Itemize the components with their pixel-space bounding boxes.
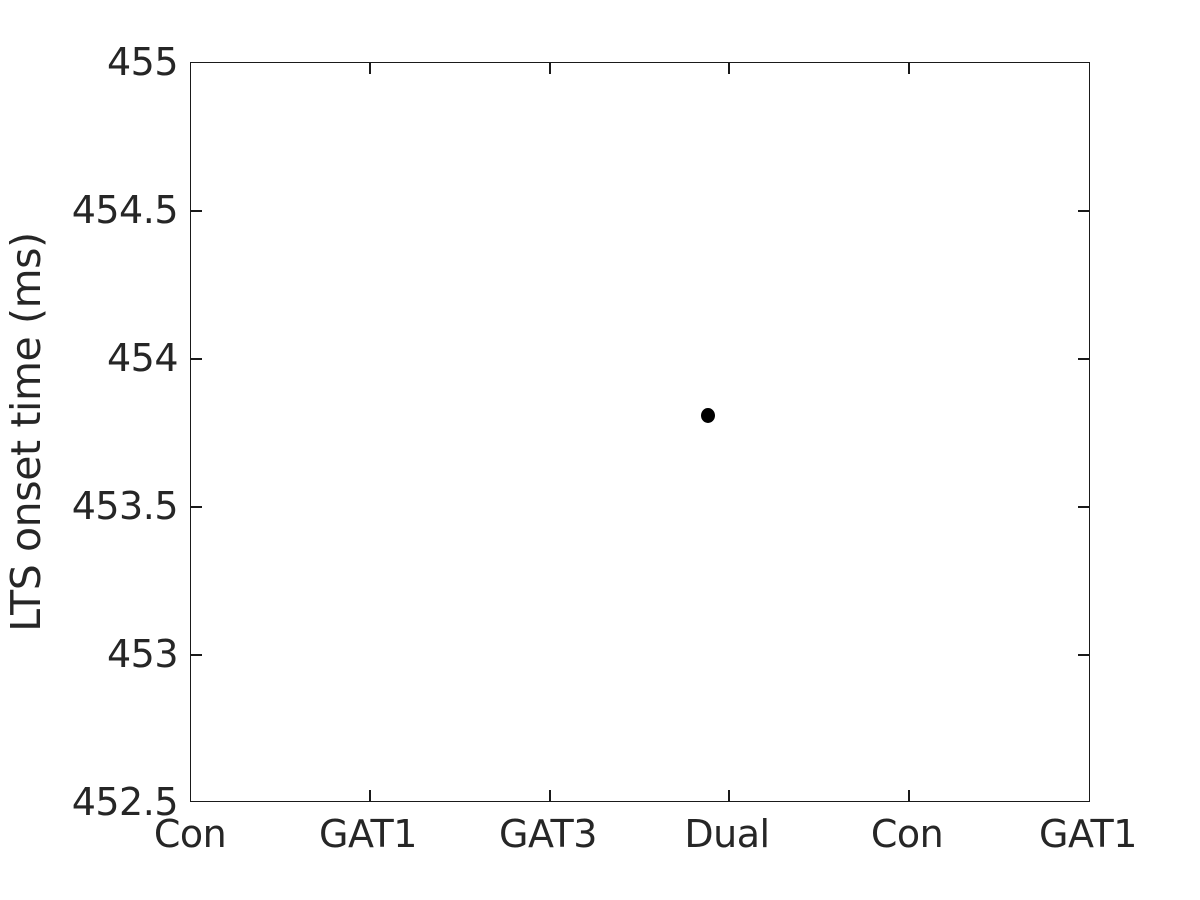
y-tick-mark-right-453	[1078, 654, 1089, 656]
x-tick-mark-top-4	[728, 63, 730, 74]
y-tick-label-453-5: 453.5	[71, 484, 179, 528]
y-tick-mark-453	[191, 654, 202, 656]
x-tick-label-4: Dual	[684, 812, 770, 856]
x-tick-label-1: Con	[153, 812, 227, 856]
x-tick-mark-top-2	[369, 63, 371, 74]
x-tick-mark-5	[908, 790, 910, 801]
x-tick-mark-top-3	[549, 63, 551, 74]
y-tick-mark-right-454	[1078, 358, 1089, 360]
y-tick-mark-right-453-5	[1078, 506, 1089, 508]
y-tick-mark-454	[191, 358, 202, 360]
y-tick-label-455: 455	[106, 40, 179, 84]
plot-area	[190, 62, 1090, 802]
x-tick-label-3: GAT3	[499, 812, 597, 856]
data-point	[700, 407, 715, 423]
x-tick-label-5: Con	[870, 812, 944, 856]
y-axis-title: LTS onset time (ms)	[2, 232, 50, 632]
figure-canvas: LTS onset time (ms) 455 454.5 454 453.5 …	[0, 0, 1200, 900]
y-tick-label-454: 454	[106, 336, 179, 380]
x-tick-mark-3	[549, 790, 551, 801]
x-tick-label-2: GAT1	[319, 812, 417, 856]
x-tick-mark-4	[728, 790, 730, 801]
x-tick-mark-2	[369, 790, 371, 801]
y-tick-label-453: 453	[106, 632, 179, 676]
x-tick-label-6: GAT1	[1039, 812, 1137, 856]
y-tick-mark-454-5	[191, 210, 202, 212]
x-tick-mark-top-5	[908, 63, 910, 74]
y-tick-mark-right-454-5	[1078, 210, 1089, 212]
y-tick-mark-453-5	[191, 506, 202, 508]
y-tick-label-454-5: 454.5	[71, 188, 179, 232]
